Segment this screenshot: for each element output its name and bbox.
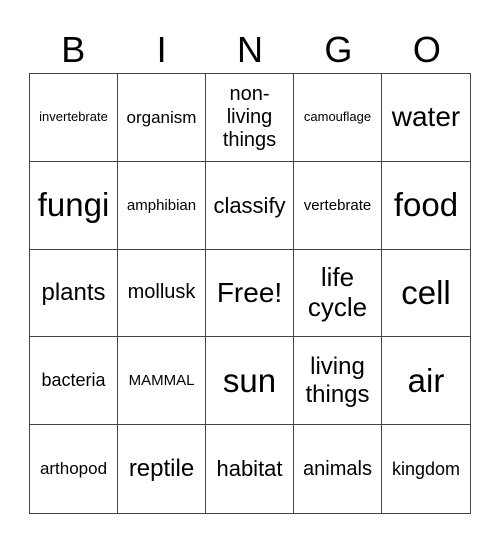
bingo-cell[interactable]: mollusk xyxy=(118,249,206,338)
bingo-board: invertebrate organism non-living things c… xyxy=(29,73,471,514)
bingo-cell[interactable]: life cycle xyxy=(294,249,382,338)
bingo-cell[interactable]: bacteria xyxy=(30,337,118,426)
header-letter-n: N xyxy=(237,29,264,70)
bingo-cell[interactable]: food xyxy=(382,162,470,250)
bingo-cell[interactable]: camouflage xyxy=(294,74,382,162)
bingo-cell-free[interactable]: Free! xyxy=(206,249,294,338)
bingo-cell[interactable]: water xyxy=(382,74,470,162)
bingo-cell[interactable]: air xyxy=(382,337,470,426)
bingo-cell[interactable]: habitat xyxy=(206,425,294,513)
bingo-cell[interactable]: invertebrate xyxy=(30,74,118,162)
bingo-cell[interactable]: vertebrate xyxy=(294,161,382,250)
bingo-cell[interactable]: living things xyxy=(294,337,382,426)
bingo-cell[interactable]: reptile xyxy=(118,425,206,513)
bingo-cell[interactable]: fungi xyxy=(30,161,118,250)
bingo-cell[interactable]: amphibian xyxy=(118,161,206,250)
bingo-cell[interactable]: arthopod xyxy=(30,425,118,513)
bingo-cell[interactable]: organism xyxy=(118,74,206,162)
bingo-cell[interactable]: sun xyxy=(206,337,294,426)
header-letter-o: O xyxy=(412,29,441,70)
bingo-header: B I N G O xyxy=(29,28,471,72)
header-letter-g: G xyxy=(324,29,353,70)
bingo-cell[interactable]: kingdom xyxy=(382,425,470,513)
header-letter-i: I xyxy=(156,29,167,70)
header-letter-b: B xyxy=(61,29,86,70)
bingo-cell[interactable]: non-living things xyxy=(206,74,294,162)
bingo-cell[interactable]: MAMMAL xyxy=(118,337,206,426)
bingo-cell[interactable]: plants xyxy=(30,249,118,338)
bingo-cell[interactable]: cell xyxy=(382,250,470,338)
bingo-cell[interactable]: classify xyxy=(206,161,294,250)
bingo-cell[interactable]: animals xyxy=(294,425,382,513)
